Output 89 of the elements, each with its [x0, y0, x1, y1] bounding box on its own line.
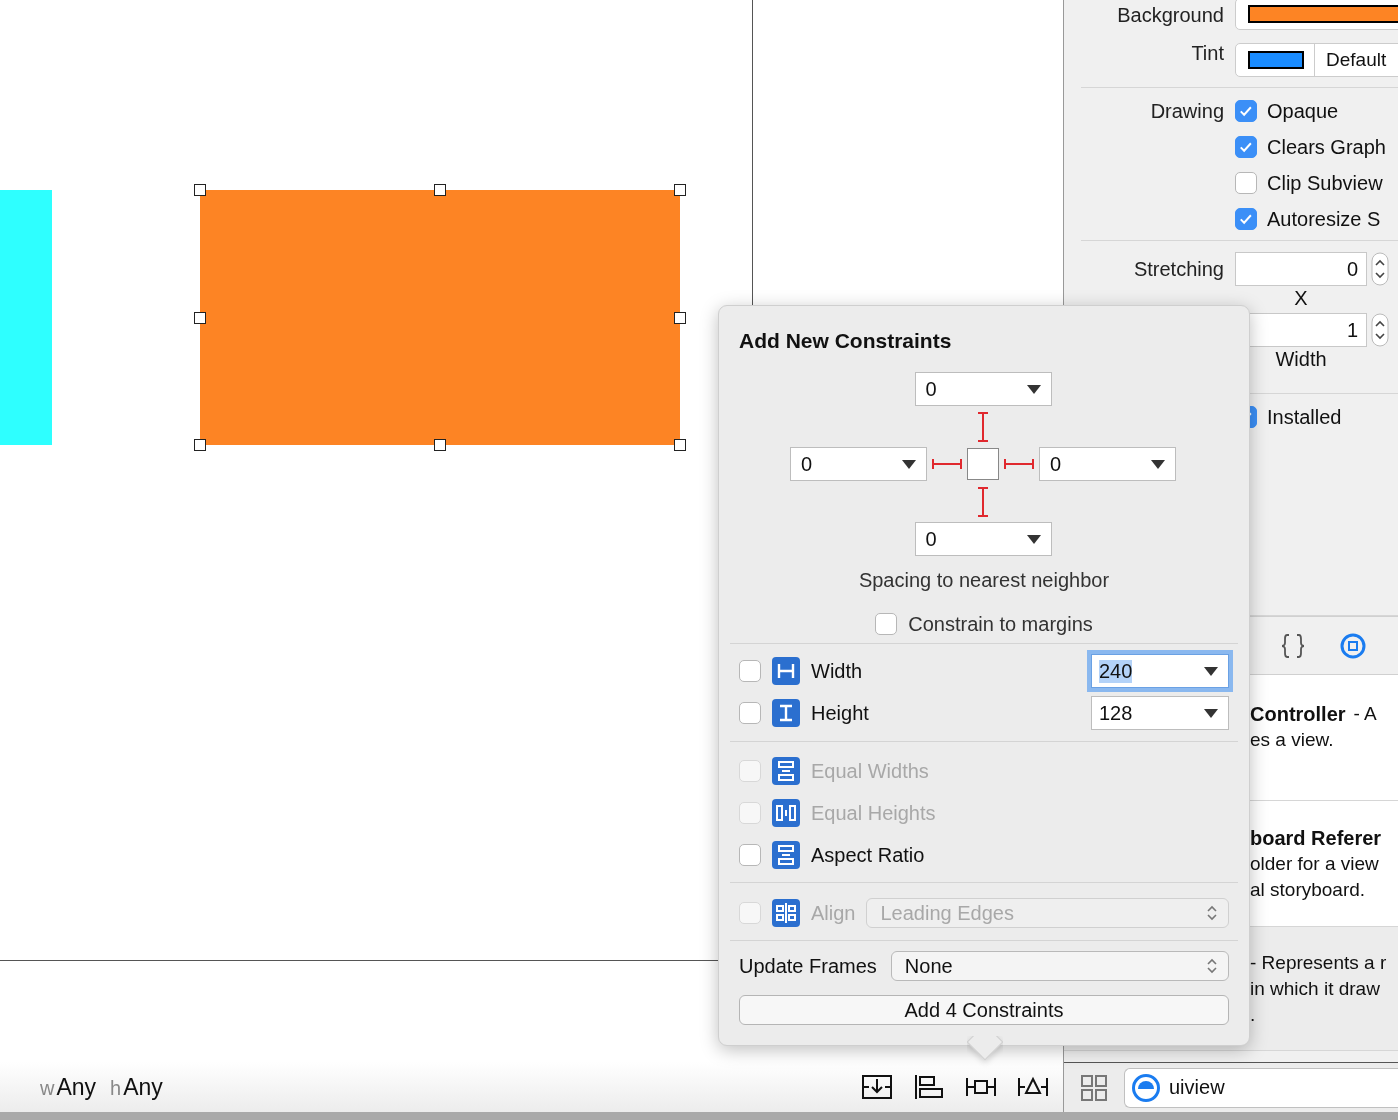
dropdown-icon[interactable]: [1204, 708, 1218, 718]
code-snippet-tab-icon[interactable]: [1280, 631, 1306, 660]
aspect-ratio-icon: [772, 841, 800, 869]
spacing-caption: Spacing to nearest neighbor: [857, 568, 1111, 592]
checkbox[interactable]: [1235, 136, 1257, 158]
dropdown-icon[interactable]: [1026, 534, 1041, 544]
resize-handle[interactable]: [194, 184, 206, 196]
checkbox[interactable]: [875, 613, 898, 635]
checkbox-label: Opaque: [1267, 99, 1339, 123]
checkbox[interactable]: [1235, 208, 1257, 230]
size-class-label: w: [40, 1076, 55, 1100]
constraint-label: Equal Widths: [811, 759, 929, 783]
item-description: .: [1250, 1002, 1256, 1027]
dropdown-icon[interactable]: [1026, 384, 1041, 394]
size-field[interactable]: 128: [1091, 696, 1229, 730]
update-frames-popup[interactable]: None: [890, 951, 1229, 981]
checkbox-label: Clip Subview: [1267, 171, 1383, 195]
resize-handle[interactable]: [674, 311, 686, 324]
checkbox-label: Autoresize S: [1267, 207, 1381, 231]
equal-widths-icon: [772, 757, 800, 785]
popover-title: Add New Constraints: [739, 328, 953, 354]
field-label: Tint: [1190, 42, 1224, 65]
constraint-beam-icon[interactable]: [976, 411, 990, 442]
constraint-beam-icon[interactable]: [976, 486, 990, 517]
item-title: board Referer: [1250, 825, 1382, 851]
item-description: es a view.: [1250, 727, 1334, 752]
item-description: al storyboard.: [1250, 877, 1366, 902]
resize-handle[interactable]: [434, 439, 446, 451]
resize-handle[interactable]: [674, 439, 686, 451]
constraint-label: Height: [811, 701, 869, 725]
embed-icon[interactable]: [861, 1074, 893, 1100]
stepper-icon[interactable]: [1371, 252, 1389, 286]
filter-field[interactable]: uiview: [1124, 1067, 1398, 1108]
chevron-icon: [1206, 957, 1218, 975]
view-placeholder: [967, 448, 999, 480]
color-well[interactable]: [1235, 0, 1398, 30]
add-constraints-button[interactable]: Add 4 Constraints: [739, 995, 1229, 1025]
grid-view-icon[interactable]: [1080, 1073, 1108, 1102]
constraint-beam-icon[interactable]: [932, 457, 962, 471]
dropdown-icon[interactable]: [1151, 459, 1165, 469]
field-caption: Width: [1274, 347, 1328, 371]
item-description: - Represents a r: [1250, 950, 1387, 975]
checkbox-label: Installed: [1267, 405, 1342, 429]
checkbox[interactable]: [1235, 100, 1257, 122]
field-label: Stretching: [1132, 257, 1224, 281]
chevron-icon: [1206, 904, 1218, 922]
align-icon[interactable]: [913, 1074, 945, 1100]
spacing-field[interactable]: 0: [914, 522, 1052, 556]
item-description: - A: [1353, 701, 1377, 726]
stepper-icon[interactable]: [1371, 313, 1389, 347]
checkbox[interactable]: [739, 660, 761, 682]
color-well[interactable]: Default: [1235, 43, 1398, 77]
resize-handle[interactable]: [434, 184, 446, 196]
field-label: Update Frames: [739, 954, 877, 978]
dropdown-icon[interactable]: [902, 459, 916, 469]
item-title: Controller: [1250, 701, 1346, 727]
checkbox-label: Constrain to margins: [908, 612, 1093, 636]
checkbox[interactable]: [739, 844, 761, 866]
item-description: in which it draw: [1250, 976, 1380, 1001]
field-caption: X: [1293, 286, 1309, 310]
checkbox[interactable]: [739, 702, 761, 724]
spacing-field[interactable]: 0: [790, 447, 927, 481]
spacing-field[interactable]: 0: [1039, 447, 1176, 481]
resize-handle[interactable]: [674, 184, 686, 196]
field-label: Drawing: [1149, 99, 1224, 123]
spacing-field[interactable]: 0: [914, 372, 1052, 406]
item-description: older for a view: [1250, 851, 1379, 876]
color-value: Default: [1326, 49, 1387, 71]
constraint-label: Align: [811, 901, 856, 925]
object-library-tab-icon[interactable]: [1340, 631, 1366, 660]
size-class-value[interactable]: Any: [56, 1073, 97, 1101]
equal-heights-icon: [772, 799, 800, 827]
width-constraint-icon: [772, 657, 800, 685]
constraint-beam-icon[interactable]: [1004, 457, 1034, 471]
checkbox-label: Clears Graph: [1267, 135, 1386, 159]
size-class-value[interactable]: Any: [123, 1073, 163, 1101]
constraint-label: Equal Heights: [811, 801, 936, 825]
constraint-label: Width: [811, 659, 863, 683]
view-object-icon: [1131, 1072, 1161, 1103]
height-constraint-icon: [772, 699, 800, 727]
resize-handle[interactable]: [194, 439, 206, 451]
align-popup: Leading Edges: [866, 898, 1229, 928]
resize-handle[interactable]: [194, 311, 206, 324]
number-field[interactable]: 0: [1235, 252, 1367, 286]
constraint-label: Aspect Ratio: [811, 843, 925, 867]
align-icon: [772, 899, 800, 927]
size-class-label: h: [110, 1076, 122, 1100]
checkbox[interactable]: [1235, 172, 1257, 194]
field-label: Background: [1116, 3, 1224, 27]
